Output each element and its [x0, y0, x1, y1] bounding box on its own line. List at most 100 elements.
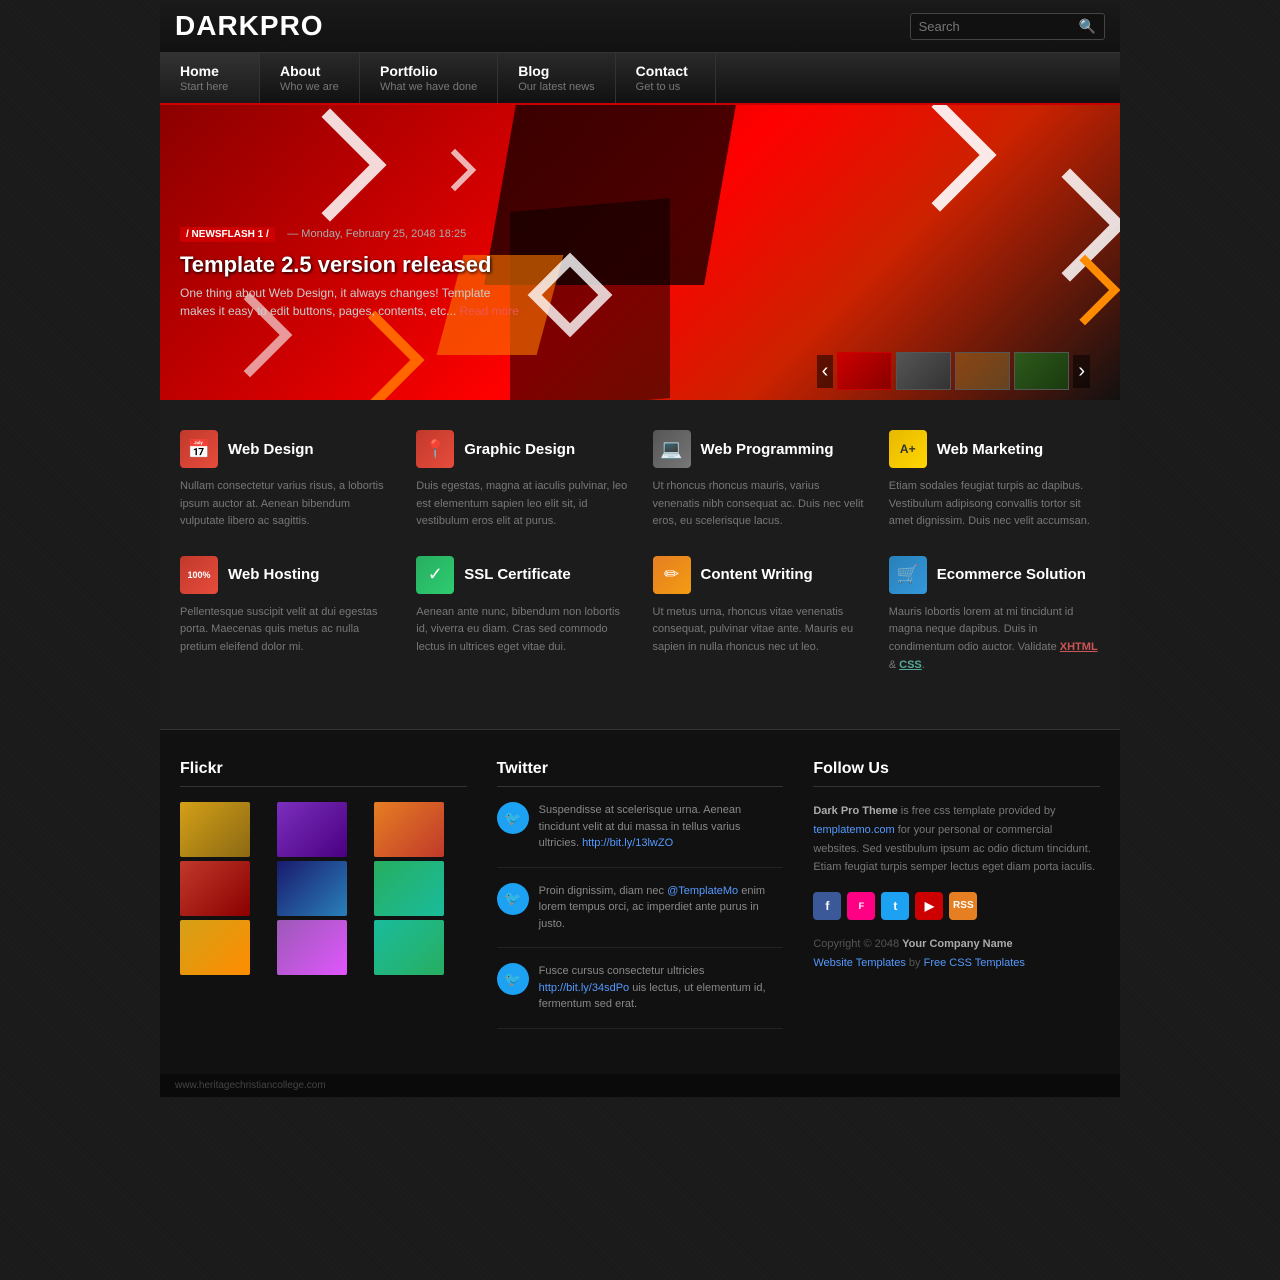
- logo-bold: PRO: [260, 10, 324, 41]
- slider-next-button[interactable]: ›: [1073, 355, 1090, 388]
- slider-thumb-3[interactable]: [955, 352, 1010, 390]
- flickr-thumb-3[interactable]: [374, 802, 444, 857]
- flickr-thumb-7[interactable]: [180, 920, 250, 975]
- graphic-design-title: Graphic Design: [464, 441, 575, 458]
- flickr-thumb-9[interactable]: [374, 920, 444, 975]
- ssl-title: SSL Certificate: [464, 566, 570, 583]
- twitter-title: Twitter: [497, 760, 784, 787]
- tweet-text-3: Fusce cursus consectetur ultricies http:…: [539, 963, 784, 1013]
- web-hosting-icon: 100%: [180, 556, 218, 594]
- flickr-thumb-6[interactable]: [374, 861, 444, 916]
- service-web-marketing: A+ Web Marketing Etiam sodales feugiat t…: [889, 430, 1100, 531]
- nav-title-contact: Contact: [636, 63, 695, 79]
- tweet-text-2: Proin dignissim, diam nec @TemplateMo en…: [539, 883, 784, 933]
- web-marketing-desc: Etiam sodales feugiat turpis ac dapibus.…: [889, 478, 1100, 531]
- nav-title-home: Home: [180, 63, 239, 79]
- web-design-title: Web Design: [228, 441, 314, 458]
- logo-light: DARK: [175, 10, 260, 41]
- flickr-icon[interactable]: F: [847, 892, 875, 920]
- services-row-2: 100% Web Hosting Pellentesque suscipit v…: [180, 556, 1100, 674]
- service-header-web-programming: 💻 Web Programming: [653, 430, 864, 468]
- hero-title: Template 2.5 version released: [180, 252, 520, 278]
- header: DARKPRO 🔍: [160, 0, 1120, 53]
- site-url: www.heritagechristiancollege.com: [175, 1080, 326, 1091]
- templatemo-link[interactable]: templatemo.com: [813, 824, 894, 836]
- search-box[interactable]: 🔍: [910, 13, 1105, 40]
- hero-text-block: / NEWSFLASH 1 / — Monday, February 25, 2…: [180, 224, 520, 320]
- web-marketing-icon: A+: [889, 430, 927, 468]
- service-ecommerce: 🛒 Ecommerce Solution Mauris lobortis lor…: [889, 556, 1100, 674]
- facebook-icon[interactable]: f: [813, 892, 841, 920]
- twitter-bird-icon-3: 🐦: [497, 963, 529, 995]
- flickr-grid: [180, 802, 467, 975]
- service-header-ssl: ✓ SSL Certificate: [416, 556, 627, 594]
- website-templates-link[interactable]: Website Templates: [813, 957, 906, 969]
- social-icons: f F t ▶ RSS: [813, 892, 1100, 920]
- nav-title-blog: Blog: [518, 63, 594, 79]
- twitter-bird-icon-2: 🐦: [497, 883, 529, 915]
- slider-thumb-2[interactable]: [896, 352, 951, 390]
- nav-item-contact[interactable]: Contact Get to us: [616, 53, 716, 103]
- hero-slider: / NEWSFLASH 1 / — Monday, February 25, 2…: [160, 105, 1120, 400]
- slider-thumb-4[interactable]: [1014, 352, 1069, 390]
- footer-follow: Follow Us Dark Pro Theme is free css tem…: [813, 760, 1100, 1044]
- css-link[interactable]: CSS: [899, 659, 922, 671]
- nav-sub-about: Who we are: [280, 81, 339, 93]
- youtube-icon[interactable]: ▶: [915, 892, 943, 920]
- slider-thumb-1[interactable]: [837, 352, 892, 390]
- flickr-thumb-5[interactable]: [277, 861, 347, 916]
- graphic-design-desc: Duis egestas, magna at iaculis pulvinar,…: [416, 478, 627, 531]
- ssl-desc: Aenean ante nunc, bibendum non lobortis …: [416, 604, 627, 657]
- web-hosting-title: Web Hosting: [228, 566, 319, 583]
- read-more-link[interactable]: Read more: [460, 304, 519, 318]
- nav-title-about: About: [280, 63, 339, 79]
- nav-item-blog[interactable]: Blog Our latest news: [498, 53, 615, 103]
- flickr-thumb-2[interactable]: [277, 802, 347, 857]
- footer: Flickr Twitter 🐦: [160, 729, 1120, 1074]
- service-ssl-certificate: ✓ SSL Certificate Aenean ante nunc, bibe…: [416, 556, 627, 674]
- free-css-link[interactable]: Free CSS Templates: [924, 957, 1025, 969]
- service-web-programming: 💻 Web Programming Ut rhoncus rhoncus mau…: [653, 430, 864, 531]
- nav-item-portfolio[interactable]: Portfolio What we have done: [360, 53, 498, 103]
- nav-sub-blog: Our latest news: [518, 81, 594, 93]
- tweet-3: 🐦 Fusce cursus consectetur ultricies htt…: [497, 963, 784, 1029]
- nav-sub-home: Start here: [180, 81, 239, 93]
- flickr-thumb-4[interactable]: [180, 861, 250, 916]
- footer-grid: Flickr Twitter 🐦: [180, 760, 1100, 1044]
- tweet-link-1[interactable]: http://bit.ly/13lwZO: [582, 837, 673, 849]
- flickr-thumb-1[interactable]: [180, 802, 250, 857]
- tweet-1: 🐦 Suspendisse at scelerisque urna. Aenea…: [497, 802, 784, 868]
- web-programming-icon: 💻: [653, 430, 691, 468]
- hollow-arrow: [540, 265, 600, 325]
- flickr-thumb-8[interactable]: [277, 920, 347, 975]
- services-row-1: 📅 Web Design Nullam consectetur varius r…: [180, 430, 1100, 531]
- nav-item-home[interactable]: Home Start here: [160, 53, 260, 103]
- nav-item-about[interactable]: About Who we are: [260, 53, 360, 103]
- xhtml-link[interactable]: XHTML: [1060, 641, 1098, 653]
- service-header-web-design: 📅 Web Design: [180, 430, 391, 468]
- follow-title: Follow Us: [813, 760, 1100, 787]
- bottom-bar: www.heritagechristiancollege.com: [160, 1074, 1120, 1097]
- service-web-design: 📅 Web Design Nullam consectetur varius r…: [180, 430, 391, 531]
- logo: DARKPRO: [175, 10, 324, 42]
- rss-icon[interactable]: RSS: [949, 892, 977, 920]
- content-writing-title: Content Writing: [701, 566, 813, 583]
- search-input[interactable]: [919, 19, 1079, 34]
- footer-copyright: Copyright © 2048 Your Company Name Websi…: [813, 935, 1100, 972]
- tweet-2: 🐦 Proin dignissim, diam nec @TemplateMo …: [497, 883, 784, 949]
- nav-sub-contact: Get to us: [636, 81, 695, 93]
- content-writing-icon: ✏: [653, 556, 691, 594]
- ecommerce-icon: 🛒: [889, 556, 927, 594]
- content-writing-desc: Ut metus urna, rhoncus vitae venenatis c…: [653, 604, 864, 657]
- web-hosting-desc: Pellentesque suscipit velit at dui egest…: [180, 604, 391, 657]
- twitter-icon[interactable]: t: [881, 892, 909, 920]
- theme-name: Dark Pro Theme: [813, 805, 897, 817]
- search-button[interactable]: 🔍: [1079, 18, 1096, 35]
- tweet-link-3[interactable]: http://bit.ly/34sdPo: [539, 982, 630, 994]
- service-header-content-writing: ✏ Content Writing: [653, 556, 864, 594]
- service-header-ecommerce: 🛒 Ecommerce Solution: [889, 556, 1100, 594]
- tweet-mention-link[interactable]: @TemplateMo: [667, 885, 738, 897]
- web-programming-title: Web Programming: [701, 441, 834, 458]
- slider-prev-button[interactable]: ‹: [817, 355, 834, 388]
- tweet-text-1: Suspendisse at scelerisque urna. Aenean …: [539, 802, 784, 852]
